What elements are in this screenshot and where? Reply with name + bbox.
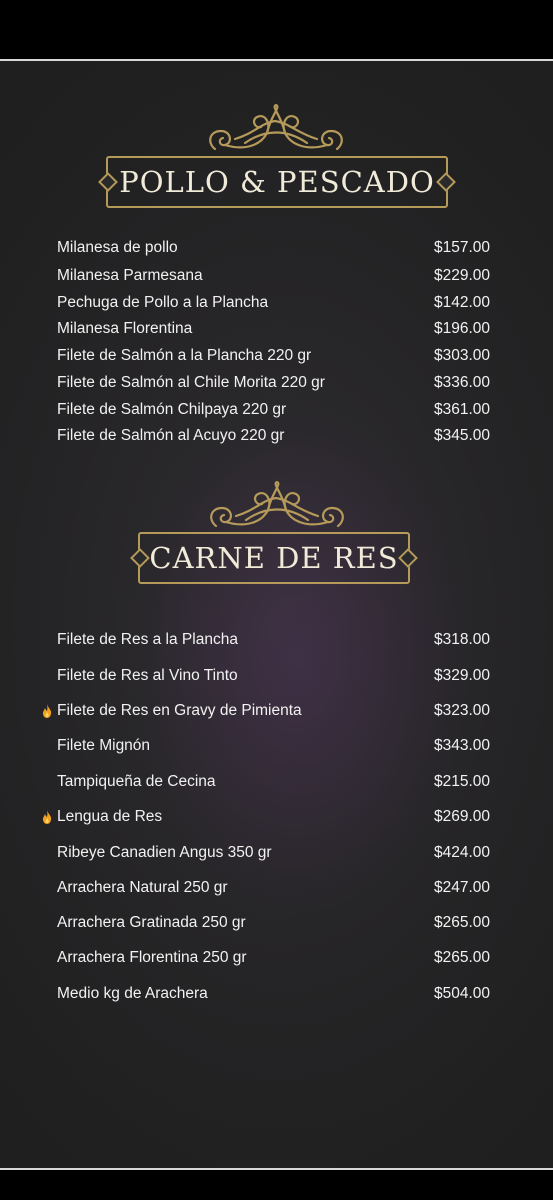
- item-name: Arrachera Gratinada 250 gr: [57, 914, 246, 931]
- item-name: Filete Mignón: [57, 737, 151, 754]
- item-name: Arrachera Florentina 250 gr: [57, 949, 247, 966]
- menu-item: Filete Mignón $343.00: [57, 735, 490, 757]
- item-price: $265.00: [433, 914, 490, 931]
- item-name: Medio kg de Arachera: [57, 985, 208, 1002]
- item-price: $265.00: [433, 949, 490, 966]
- menu-item: Lengua de Res $269.00: [42, 806, 490, 828]
- menu-item: Filete de Salmón al Acuyo 220 gr $345.00: [57, 425, 490, 447]
- item-price: $229.00: [433, 267, 490, 284]
- item-price: $504.00: [433, 985, 490, 1002]
- menu-item: Arrachera Florentina 250 gr $265.00: [57, 947, 490, 969]
- menu-item: Medio kg de Arachera $504.00: [57, 983, 490, 1005]
- menu-item: Pechuga de Pollo a la Plancha $142.00: [57, 292, 490, 314]
- item-price: $329.00: [433, 667, 490, 684]
- menu-item: Filete de Res al Vino Tinto $329.00: [57, 665, 490, 687]
- item-price: $424.00: [433, 844, 490, 861]
- item-price: $318.00: [433, 631, 490, 648]
- item-price: $303.00: [433, 347, 490, 364]
- item-name: Filete de Salmón Chilpaya 220 gr: [57, 401, 287, 418]
- item-price: $343.00: [433, 737, 490, 754]
- item-price: $196.00: [433, 320, 490, 337]
- item-price: $336.00: [433, 374, 490, 391]
- menu-item: Milanesa Parmesana $229.00: [57, 265, 490, 287]
- menu-item: Milanesa Florentina $196.00: [57, 318, 490, 340]
- flame-icon: [42, 810, 52, 824]
- menu-item: Filete de Res a la Plancha $318.00: [57, 629, 490, 651]
- item-price: $142.00: [433, 294, 490, 311]
- item-price: $361.00: [433, 401, 490, 418]
- item-name: Filete de Res a la Plancha: [57, 631, 238, 648]
- item-name: Filete de Salmón al Acuyo 220 gr: [57, 427, 285, 444]
- item-price: $247.00: [433, 879, 490, 896]
- item-name: Filete de Res al Vino Tinto: [57, 667, 238, 684]
- item-name: Milanesa Parmesana: [57, 267, 203, 284]
- item-price: $323.00: [433, 702, 490, 719]
- item-price: $157.00: [433, 239, 490, 256]
- section-title: CARNE DE RES: [149, 541, 399, 575]
- item-name: Filete de Salmón a la Plancha 220 gr: [57, 347, 312, 364]
- menu-item: Filete de Salmón Chilpaya 220 gr $361.00: [57, 399, 490, 421]
- item-name: Ribeye Canadien Angus 350 gr: [57, 844, 272, 861]
- menu-item: Milanesa de pollo $157.00: [57, 237, 490, 259]
- section-title: POLLO & PESCADO: [119, 165, 435, 199]
- menu-item: Filete de Salmón a la Plancha 220 gr $303…: [57, 345, 490, 367]
- item-name: Arrachera Natural 250 gr: [57, 879, 228, 896]
- item-name: Lengua de Res: [57, 808, 163, 825]
- menu-item: Filete de Salmón al Chile Morita 220 gr $…: [57, 372, 490, 394]
- item-price: $215.00: [433, 773, 490, 790]
- menu-item: Arrachera Natural 250 gr $247.00: [57, 877, 490, 899]
- navigation-bar: [0, 1170, 553, 1200]
- section-title-frame: POLLO & PESCADO: [106, 156, 448, 208]
- menu-item: Ribeye Canadien Angus 350 gr $424.00: [57, 842, 490, 864]
- item-name: Filete de Salmón al Chile Morita 220 gr: [57, 374, 325, 391]
- menu-item: Arrachera Gratinada 250 gr $265.00: [57, 912, 490, 934]
- item-name: Milanesa de pollo: [57, 239, 178, 256]
- item-name: Tampiqueña de Cecina: [57, 773, 216, 790]
- item-price: $269.00: [433, 808, 490, 825]
- item-price: $345.00: [433, 427, 490, 444]
- flame-icon: [42, 704, 52, 718]
- section-title-frame: CARNE DE RES: [138, 532, 410, 584]
- status-bar: [0, 0, 553, 58]
- scroll-ornament-icon: [209, 103, 343, 151]
- menu-item: Tampiqueña de Cecina $215.00: [57, 771, 490, 793]
- item-name: Pechuga de Pollo a la Plancha: [57, 294, 269, 311]
- item-name: Filete de Res en Gravy de Pimienta: [57, 702, 302, 719]
- menu-item: Filete de Res en Gravy de Pimienta $323.0…: [42, 700, 490, 722]
- scroll-ornament-icon: [210, 480, 344, 528]
- item-name: Milanesa Florentina: [57, 320, 193, 337]
